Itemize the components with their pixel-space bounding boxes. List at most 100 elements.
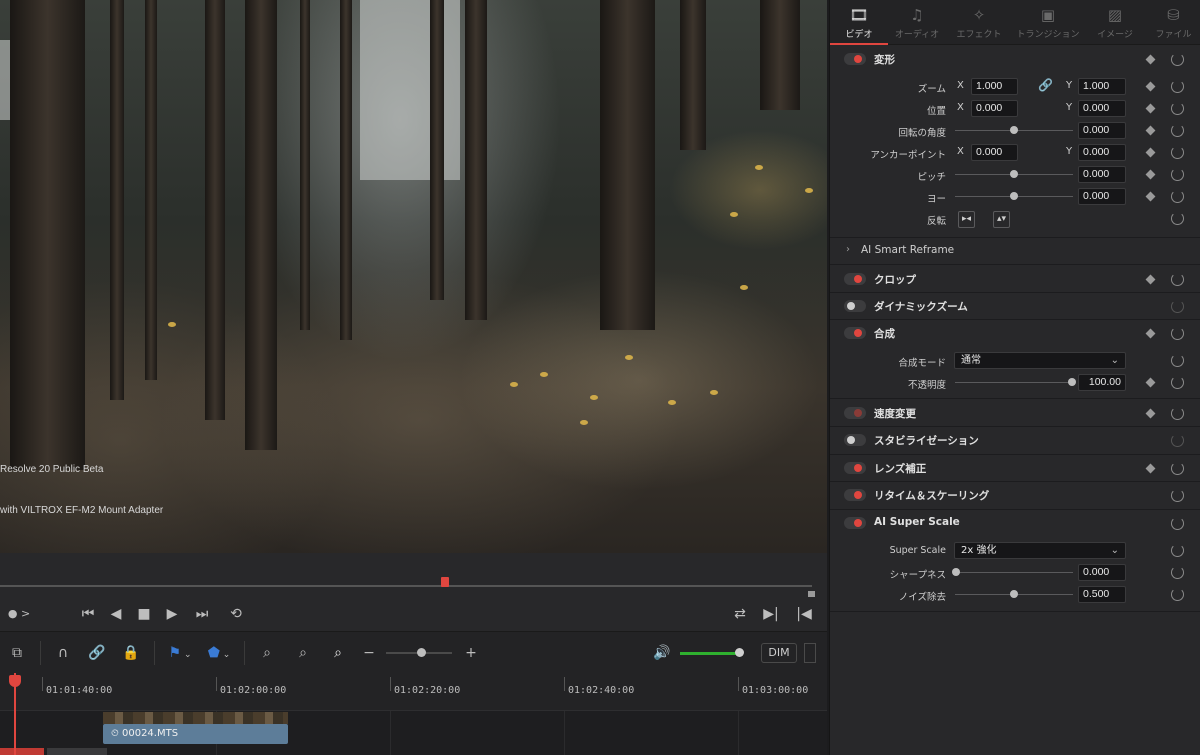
zoom-in-button[interactable]: + (464, 642, 478, 664)
viewer-scrubber[interactable] (0, 553, 827, 598)
reset-icon[interactable] (1171, 102, 1184, 115)
speed-change-section[interactable]: 速度変更 (830, 400, 1200, 427)
flip-horizontal-icon[interactable]: ▸◂ (958, 211, 975, 228)
composite-toggle[interactable] (844, 327, 866, 339)
composite-header[interactable]: 合成 (830, 320, 1200, 346)
audio-meter-icon[interactable] (804, 643, 816, 663)
noise-reduction-slider-knob[interactable] (1010, 590, 1018, 598)
keyframe-diamond-icon[interactable] (1145, 103, 1156, 114)
reset-icon[interactable] (1171, 300, 1184, 313)
lens-correction-section[interactable]: レンズ補正 (830, 455, 1200, 482)
transform-toggle[interactable] (844, 53, 866, 65)
reset-icon[interactable] (1171, 517, 1184, 530)
tab-transitions[interactable]: ▣ トランジション (1012, 0, 1084, 45)
dynamic-zoom-section[interactable]: ダイナミックズーム (830, 293, 1200, 320)
reset-icon[interactable] (1171, 190, 1184, 203)
noise-reduction-field[interactable]: 0.500 (1078, 586, 1126, 603)
marker-color-icon[interactable]: ⬟ ⌄ (204, 642, 234, 664)
keyframe-diamond-icon[interactable] (1145, 169, 1156, 180)
speed-change-toggle[interactable] (844, 407, 866, 419)
position-x-field[interactable]: 0.000 (971, 100, 1018, 117)
zoom-y-field[interactable]: 1.000 (1078, 78, 1126, 95)
stop-button[interactable]: ■ (136, 605, 152, 623)
rotation-field[interactable]: 0.000 (1078, 122, 1126, 139)
keyframe-diamond-icon[interactable] (1145, 328, 1156, 339)
match-frame-icon[interactable]: ⇄ (730, 605, 750, 623)
linked-selection-icon[interactable]: 🔗 (86, 642, 108, 664)
rotation-slider-knob[interactable] (1010, 126, 1018, 134)
dynamic-zoom-toggle[interactable] (844, 300, 866, 312)
flip-vertical-icon[interactable]: ▴▾ (993, 211, 1010, 228)
reset-icon[interactable] (1171, 434, 1184, 447)
snapping-magnet-icon[interactable]: ∩ (52, 642, 74, 664)
reset-icon[interactable] (1171, 212, 1184, 225)
transform-header[interactable]: 変形 (830, 46, 1200, 72)
tab-file[interactable]: ⛁ ファイル (1146, 0, 1200, 45)
full-extent-zoom-icon[interactable]: ⌕ (254, 642, 280, 664)
scrubber-track[interactable] (0, 585, 812, 587)
keyframe-diamond-icon[interactable] (1145, 54, 1156, 65)
keyframe-diamond-icon[interactable] (1145, 191, 1156, 202)
scrubber-end-marker[interactable] (808, 591, 815, 597)
super-scale-header[interactable]: AI Super Scale (830, 510, 1200, 536)
anchor-x-field[interactable]: 0.000 (971, 144, 1018, 161)
marker-nav-indicator[interactable]: ● > (6, 605, 32, 623)
jump-to-end-button[interactable]: ⏭ (192, 605, 212, 623)
timeline-zoom-knob[interactable] (417, 648, 426, 657)
keyframe-diamond-icon[interactable] (1145, 274, 1156, 285)
keyframe-diamond-icon[interactable] (1145, 377, 1156, 388)
tab-image[interactable]: ▨ イメージ (1084, 0, 1146, 45)
reset-icon[interactable] (1171, 588, 1184, 601)
smart-reframe-section[interactable]: › AI Smart Reframe (830, 238, 1200, 265)
timeline-clip[interactable]: ⏲ 00024.MTS (103, 724, 288, 744)
reset-icon[interactable] (1171, 462, 1184, 475)
loop-button[interactable]: ⟲ (226, 605, 246, 623)
stabilization-section[interactable]: スタビライゼーション (830, 427, 1200, 455)
reset-icon[interactable] (1171, 327, 1184, 340)
next-edit-button[interactable]: ▶| (763, 605, 779, 623)
reset-icon[interactable] (1171, 489, 1184, 502)
flag-marker-icon[interactable]: ⚑ ⌄ (166, 642, 194, 664)
timeline-clip[interactable] (47, 748, 107, 755)
super-scale-toggle[interactable] (844, 517, 866, 529)
tab-audio[interactable]: ♫ オーディオ (888, 0, 946, 45)
dim-button[interactable]: DIM (761, 643, 797, 663)
reset-icon[interactable] (1171, 566, 1184, 579)
reset-icon[interactable] (1171, 407, 1184, 420)
link-icon[interactable]: 🔗 (1038, 78, 1053, 92)
opacity-slider-knob[interactable] (1068, 378, 1076, 386)
crop-toggle[interactable] (844, 273, 866, 285)
volume-knob[interactable] (735, 648, 744, 657)
composite-mode-select[interactable]: 通常 ⌄ (954, 352, 1126, 369)
reset-icon[interactable] (1171, 146, 1184, 159)
reset-icon[interactable] (1171, 354, 1184, 367)
sharpness-slider-knob[interactable] (952, 568, 960, 576)
sharpness-slider[interactable] (955, 572, 1073, 573)
position-y-field[interactable]: 0.000 (1078, 100, 1126, 117)
keyframe-diamond-icon[interactable] (1145, 147, 1156, 158)
stabilization-toggle[interactable] (844, 434, 866, 446)
reset-icon[interactable] (1171, 376, 1184, 389)
keyframe-diamond-icon[interactable] (1145, 125, 1156, 136)
retime-scaling-toggle[interactable] (844, 489, 866, 501)
tab-effects[interactable]: ✧ エフェクト (946, 0, 1012, 45)
clip-thumbnails[interactable] (103, 712, 288, 724)
play-button[interactable]: ▶ (164, 605, 180, 623)
keyframe-diamond-icon[interactable] (1145, 408, 1156, 419)
reset-icon[interactable] (1171, 124, 1184, 137)
detail-zoom-icon[interactable]: ⌕ (290, 642, 316, 664)
video-viewer[interactable]: Resolve 20 Public Beta with VILTROX EF-M… (0, 0, 827, 553)
yaw-slider-knob[interactable] (1010, 192, 1018, 200)
scrubber-playhead[interactable] (441, 577, 449, 587)
pitch-slider-knob[interactable] (1010, 170, 1018, 178)
yaw-field[interactable]: 0.000 (1078, 188, 1126, 205)
reset-icon[interactable] (1171, 53, 1184, 66)
jump-to-start-button[interactable]: ⏮ (78, 605, 98, 623)
position-lock-icon[interactable]: 🔒 (120, 642, 142, 664)
keyframe-diamond-icon[interactable] (1145, 81, 1156, 92)
custom-zoom-icon[interactable]: ⌕ (325, 642, 351, 664)
reset-icon[interactable] (1171, 544, 1184, 557)
tab-video[interactable]: 🎞 ビデオ (830, 0, 888, 45)
reset-icon[interactable] (1171, 168, 1184, 181)
chevron-right-icon[interactable]: › (846, 244, 850, 255)
